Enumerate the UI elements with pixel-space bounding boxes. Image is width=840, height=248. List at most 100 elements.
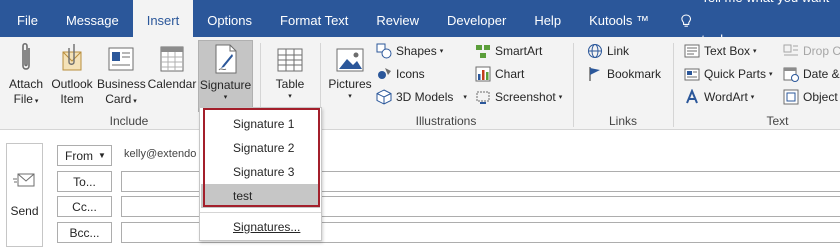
wordart-label: WordArt [704,90,748,104]
cc-button[interactable]: Cc... [57,196,112,217]
bookmark-flag-icon [589,67,600,81]
signature-dropdown-arrow: ▾ [223,94,228,101]
smartart-button[interactable]: SmartArt [475,40,542,62]
group-separator [573,43,574,127]
group-label-illustrations: Illustrations [415,114,477,128]
ribbon-tab-bar: File Message Insert Options Format Text … [0,0,840,47]
tab-format-text[interactable]: Format Text [266,0,362,37]
object-button[interactable]: Object [783,86,838,108]
group-separator [673,43,674,127]
menu-divider [200,212,321,213]
drop-cap-button[interactable]: Drop Ca [783,40,840,62]
drop-cap-icon [783,44,798,56]
paperclip-icon [22,42,30,70]
attach-file-label-1: Attach [8,77,44,91]
business-card-icon [108,47,134,71]
tab-options[interactable]: Options [193,0,266,37]
drop-cap-label: Drop Ca [803,44,840,58]
date-time-label: Date & [803,67,840,81]
quick-parts-button[interactable]: Quick Parts ▾ [684,63,773,85]
signature-icon [215,44,236,74]
tab-kutools[interactable]: Kutools ™ [575,0,663,37]
calendar-button[interactable]: Calendar [147,40,197,112]
calendar-label: Calendar [147,77,197,91]
pictures-button[interactable]: Pictures ▾ [326,40,374,112]
to-button[interactable]: To... [57,171,112,192]
screenshot-button[interactable]: Screenshot ▾ [475,86,562,108]
lightbulb-icon [681,13,692,27]
date-time-icon [783,67,799,82]
shapes-button[interactable]: Shapes ▾ [376,40,443,62]
chart-label: Chart [495,67,525,81]
bookmark-label: Bookmark [607,67,662,81]
business-card-label-1: Business [97,77,146,91]
ribbon: Attach File ▾ Outlook Item Business Card… [0,37,840,130]
icons-icon [378,68,391,79]
link-label: Link [607,44,630,58]
business-card-button[interactable]: Business Card ▾ [97,40,146,112]
manage-signatures-label: Signatures... [233,220,301,234]
compose-header: Send From ▼ kelly@extendo To... Cc... Bc… [0,131,840,248]
tell-me-search[interactable]: Tell me what you want to do [663,0,840,47]
tab-message[interactable]: Message [52,0,133,37]
table-icon [277,48,303,72]
attach-file-button[interactable]: Attach File ▾ [5,40,47,112]
manage-signatures-item[interactable]: Signatures... [201,215,320,239]
outlook-item-button[interactable]: Outlook Item [49,40,95,112]
bar-chart-icon [475,66,491,82]
outlook-item-label-2: Item [60,92,84,106]
text-box-button[interactable]: Text Box ▾ [684,40,757,62]
3d-models-button[interactable]: 3D Models ▾ [376,86,467,108]
send-envelope-icon [13,173,35,187]
link-button[interactable]: Link [587,40,629,62]
send-button[interactable]: Send [6,143,43,247]
send-label: Send [10,204,39,218]
attach-file-label-2: File [13,92,33,106]
screenshot-icon [476,91,490,104]
outlook-item-label-1: Outlook [51,77,93,91]
from-address: kelly@extendo [124,148,197,160]
group-label-text: Text [766,114,789,128]
object-label: Object [803,90,838,104]
wordart-button[interactable]: WordArt ▾ [684,86,754,108]
tab-insert[interactable]: Insert [132,0,194,37]
bcc-button[interactable]: Bcc... [57,222,112,243]
date-time-button[interactable]: Date & [783,63,840,85]
3d-models-label: 3D Models [396,90,454,104]
chart-button[interactable]: Chart [475,63,524,85]
pictures-label: Pictures [328,77,372,91]
smartart-label: SmartArt [495,44,543,58]
bookmark-button[interactable]: Bookmark [587,63,661,85]
smartart-icon [476,45,490,58]
cube-icon [376,89,392,105]
text-box-label: Text Box [704,44,751,58]
tab-review[interactable]: Review [362,0,433,37]
shapes-label: Shapes [396,44,437,58]
wordart-icon [686,89,698,104]
pictures-icon [336,48,364,72]
icons-label: Icons [396,67,425,81]
signature-button[interactable]: Signature ▾ [198,40,253,112]
signature-label: Signature [199,78,252,92]
tab-file[interactable]: File [0,0,52,37]
chevron-down-icon: ▼ [98,151,106,160]
screenshot-label: Screenshot [495,90,556,104]
from-label: From [65,148,93,163]
quick-parts-label: Quick Parts [704,67,767,81]
business-card-label-2: Card [105,92,132,106]
link-icon [588,44,602,58]
from-button[interactable]: From ▼ [57,145,112,166]
highlight-outline [203,108,320,207]
table-button[interactable]: Table ▾ [267,40,313,112]
quick-parts-icon [684,68,700,81]
tab-developer[interactable]: Developer [433,0,520,37]
shapes-icon [376,43,392,59]
table-label: Table [275,77,305,91]
icons-button[interactable]: Icons [376,63,425,85]
tab-help[interactable]: Help [520,0,575,37]
text-box-icon [684,44,700,58]
calendar-icon [160,46,184,72]
outlook-item-icon [62,44,82,71]
group-label-links: Links [608,114,637,128]
object-icon [783,89,799,105]
